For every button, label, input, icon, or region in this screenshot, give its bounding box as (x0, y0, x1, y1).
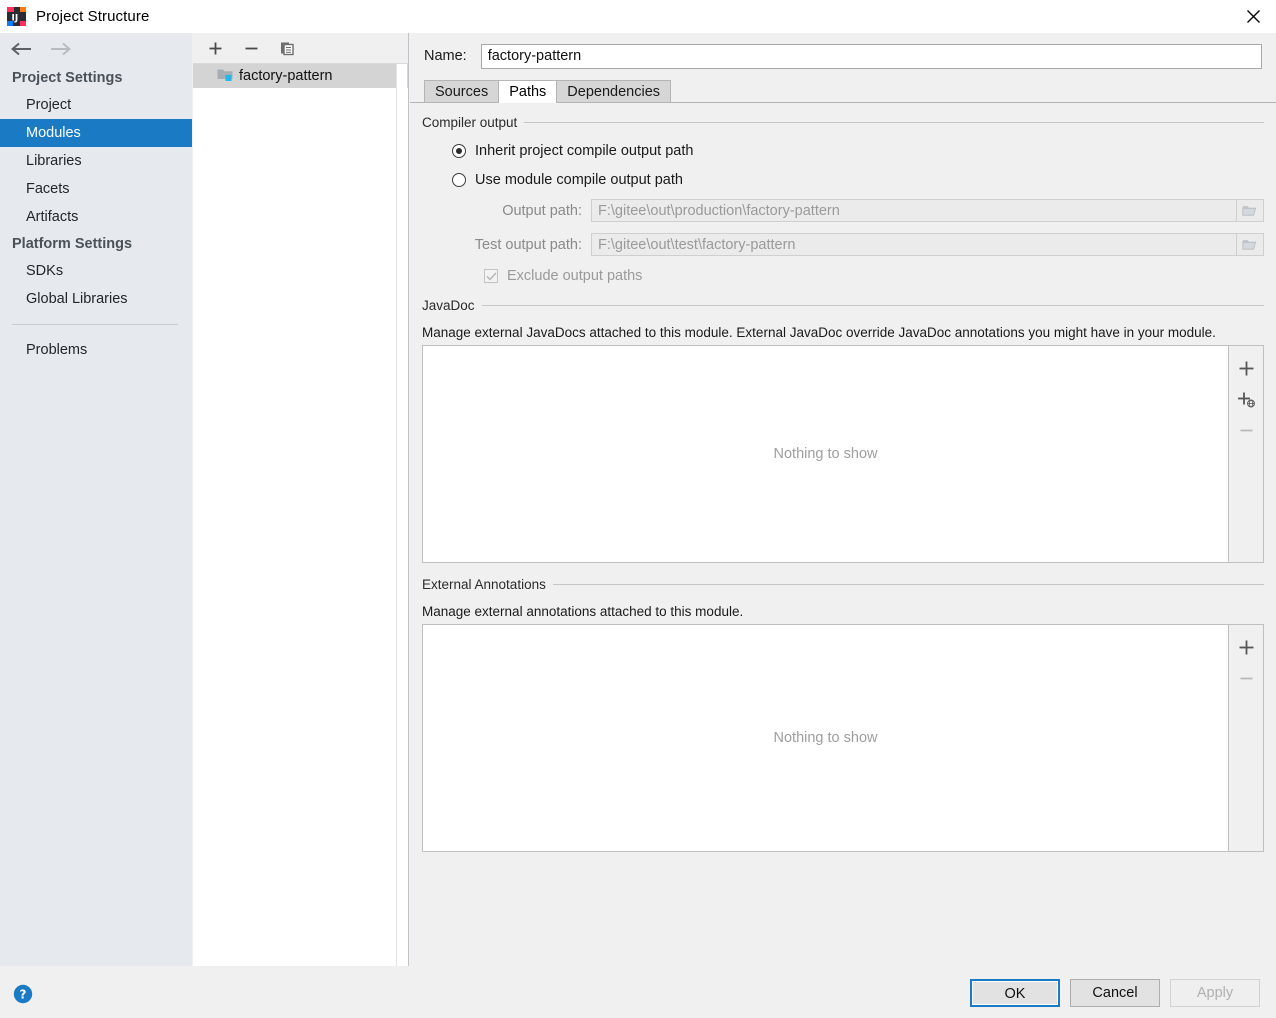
sidebar-group-project-settings: Project Settings (12, 70, 123, 86)
group-rule (552, 584, 1264, 585)
plus-icon[interactable] (1231, 353, 1261, 384)
compiler-output-group: Compiler output Inherit project compile … (422, 115, 1264, 284)
javadoc-listbox-wrap: Nothing to show (422, 345, 1264, 563)
javadoc-toolbar (1229, 345, 1264, 563)
radio-inherit-output-icon[interactable] (452, 144, 466, 158)
sidebar-item-artifacts[interactable]: Artifacts (0, 203, 192, 231)
external-annotations-title: External Annotations (422, 577, 546, 592)
javadoc-group: JavaDoc Manage external JavaDocs attache… (422, 298, 1264, 563)
module-name-label: factory-pattern (239, 68, 333, 84)
svg-text:?: ? (20, 988, 27, 1002)
window-title: Project Structure (36, 8, 150, 25)
javadoc-title-row: JavaDoc (422, 298, 1264, 313)
arrow-left-icon[interactable] (8, 38, 34, 60)
sidebar-item-facets[interactable]: Facets (0, 175, 192, 203)
name-label: Name: (424, 48, 467, 64)
plus-icon[interactable] (205, 38, 225, 58)
minus-icon[interactable] (1231, 663, 1261, 694)
output-path-label: Output path: (502, 202, 582, 219)
module-output-label: Use module compile output path (475, 172, 683, 188)
plus-globe-icon[interactable] (1231, 384, 1261, 415)
copy-icon[interactable] (277, 38, 297, 58)
ok-button[interactable]: OK (970, 979, 1060, 1007)
help-question-icon[interactable]: ? (13, 984, 33, 1004)
checkbox-exclude-output-paths[interactable] (484, 269, 498, 283)
close-button[interactable] (1230, 0, 1276, 33)
module-folder-icon (217, 67, 233, 85)
svg-text:IJ: IJ (12, 14, 19, 24)
module-tree-scrollbar[interactable] (396, 64, 407, 966)
sidebar-group-platform-settings: Platform Settings (12, 236, 133, 252)
output-path-row: Output path: F:\gitee\out\production\fac… (422, 199, 1264, 222)
minus-icon[interactable] (1231, 415, 1261, 446)
external-annotations-description: Manage external annotations attached to … (422, 604, 744, 619)
tab-paths[interactable]: Paths (498, 80, 558, 103)
arrow-right-icon[interactable] (48, 38, 74, 60)
sidebar-item-libraries[interactable]: Libraries (0, 147, 192, 175)
navigation-arrows (0, 33, 192, 65)
sidebar-item-global-libraries[interactable]: Global Libraries (0, 285, 192, 313)
exclude-output-paths-row[interactable]: Exclude output paths (484, 268, 1264, 284)
sidebar-item-modules[interactable]: Modules (0, 119, 192, 147)
module-tree-panel: factory-pattern (193, 33, 409, 966)
inherit-output-label: Inherit project compile output path (475, 143, 694, 159)
folder-browse-icon[interactable] (1237, 199, 1264, 222)
module-tree-toolbar (193, 33, 408, 64)
external-annotations-group: External Annotations Manage external ann… (422, 577, 1264, 852)
compiler-output-title-row: Compiler output (422, 115, 1264, 130)
javadoc-title: JavaDoc (422, 298, 475, 313)
test-output-path-field[interactable]: F:\gitee\out\test\factory-pattern (591, 233, 1237, 256)
test-output-path-label: Test output path: (474, 236, 582, 253)
cancel-button[interactable]: Cancel (1070, 979, 1160, 1007)
module-output-radio-row[interactable]: Use module compile output path (452, 172, 1264, 188)
external-annotations-list[interactable]: Nothing to show (422, 624, 1229, 852)
external-annotations-empty-label: Nothing to show (773, 730, 878, 746)
external-annotations-title-row: External Annotations (422, 577, 1264, 592)
plus-icon[interactable] (1231, 632, 1261, 663)
test-output-path-row: Test output path: F:\gitee\out\test\fact… (422, 233, 1264, 256)
module-name-row: Name: (410, 33, 1276, 79)
module-tabs: Sources Paths Dependencies (410, 79, 1276, 103)
javadoc-empty-label: Nothing to show (773, 446, 878, 462)
compiler-output-title: Compiler output (422, 115, 518, 130)
sidebar-item-sdks[interactable]: SDKs (0, 257, 192, 285)
sidebar-divider (12, 324, 178, 325)
radio-module-output-icon[interactable] (452, 173, 466, 187)
external-annotations-listbox-wrap: Nothing to show (422, 624, 1264, 852)
tab-dependencies[interactable]: Dependencies (556, 80, 672, 103)
group-rule (524, 122, 1264, 123)
module-settings-content: Name: Sources Paths Dependencies Compile… (410, 33, 1276, 966)
group-rule (481, 305, 1264, 306)
settings-sidebar: Project Settings Project Modules Librari… (0, 33, 192, 966)
module-name-input[interactable] (480, 43, 1262, 69)
javadoc-list[interactable]: Nothing to show (422, 345, 1229, 563)
title-bar: IJ Project Structure (0, 0, 1276, 33)
sidebar-item-problems[interactable]: Problems (0, 336, 192, 364)
exclude-output-paths-label: Exclude output paths (507, 268, 643, 284)
external-annotations-toolbar (1229, 624, 1264, 852)
javadoc-description: Manage external JavaDocs attached to thi… (422, 325, 1216, 340)
minus-icon[interactable] (241, 38, 261, 58)
folder-browse-icon[interactable] (1237, 233, 1264, 256)
intellij-idea-logo-icon: IJ (7, 7, 26, 26)
tab-sources[interactable]: Sources (424, 80, 500, 103)
sidebar-item-project[interactable]: Project (0, 91, 192, 119)
dialog-buttons: OK Cancel Apply (970, 979, 1260, 1007)
apply-button: Apply (1170, 979, 1260, 1007)
module-list-item[interactable]: factory-pattern (193, 64, 408, 88)
output-path-field[interactable]: F:\gitee\out\production\factory-pattern (591, 199, 1237, 222)
paths-tab-panel: Compiler output Inherit project compile … (410, 102, 1276, 852)
inherit-output-radio-row[interactable]: Inherit project compile output path (452, 143, 1264, 159)
module-list: factory-pattern (193, 64, 408, 88)
project-structure-dialog: IJ Project Structure Project Settings Pr… (0, 0, 1276, 1018)
